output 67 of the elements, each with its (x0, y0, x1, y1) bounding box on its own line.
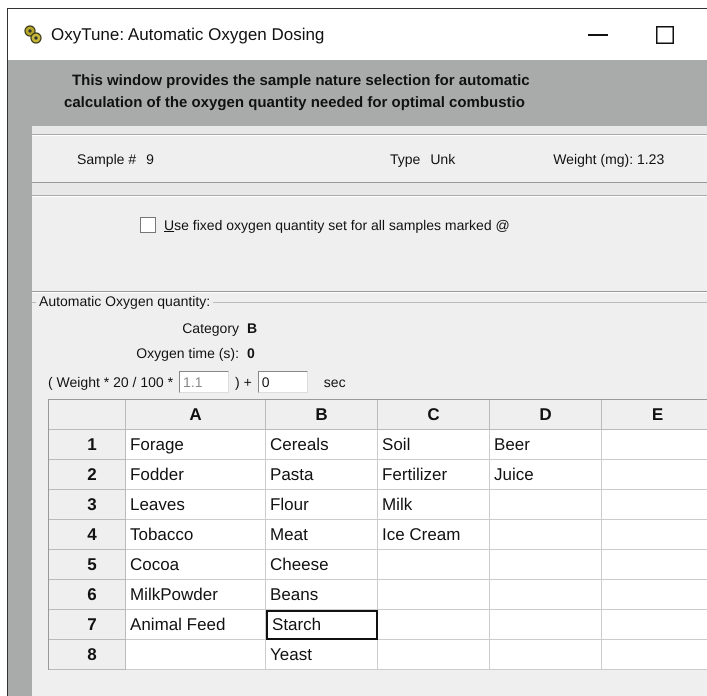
offset-field[interactable]: 0 (258, 371, 308, 393)
table-cell[interactable] (490, 640, 602, 670)
table-cell[interactable] (378, 580, 490, 610)
row-header[interactable]: 5 (49, 550, 126, 580)
table-cell[interactable] (490, 490, 602, 520)
gears-icon (23, 24, 43, 44)
table-cell[interactable]: Pasta (266, 460, 378, 490)
maximize-icon[interactable] (656, 26, 674, 44)
category-value: B (247, 320, 258, 336)
sample-label: Sample # (77, 151, 136, 167)
table-cell[interactable] (126, 640, 266, 670)
table-cell[interactable]: Flour (266, 490, 378, 520)
table-cell[interactable] (490, 580, 602, 610)
table-cell[interactable]: Milk (378, 490, 490, 520)
column-header[interactable]: D (490, 400, 602, 430)
table-cell[interactable]: Leaves (126, 490, 266, 520)
description-text: This window provides the sample nature selection for automatic (72, 71, 531, 91)
table-cell[interactable]: Cheese (266, 550, 378, 580)
row-header[interactable]: 8 (49, 640, 126, 670)
window-title: OxyTune: Automatic Oxygen Dosing (51, 24, 326, 44)
group-title: Automatic Oxygen quantity: (36, 293, 214, 309)
table-cell[interactable]: Beans (266, 580, 378, 610)
row-header[interactable]: 6 (49, 580, 126, 610)
formula-text: ( Weight * 20 / 100 * (48, 374, 174, 390)
table-cell[interactable]: Meat (266, 520, 378, 550)
unit-label: sec (324, 374, 346, 390)
fixed-oxygen-checkbox[interactable]: Use fixed oxygen quantity set for all samples marked @ (140, 217, 510, 233)
table-cell[interactable]: Fodder (126, 460, 266, 490)
description-text: calculation of the oxygen quantity needed for optimal combustio (64, 93, 526, 113)
table-cell[interactable]: Tobacco (126, 520, 266, 550)
table-cell[interactable] (378, 610, 490, 640)
factor-field[interactable]: 1.1 (179, 371, 230, 393)
table-cell[interactable]: Ice Cream (378, 520, 490, 550)
row-header[interactable]: 3 (49, 490, 126, 520)
column-header[interactable]: C (378, 400, 490, 430)
table-cell[interactable]: Cereals (266, 430, 378, 460)
column-header[interactable]: B (266, 400, 378, 430)
category-label: Category (181, 320, 239, 336)
table-cell[interactable] (378, 550, 490, 580)
table-cell[interactable]: Yeast (266, 640, 378, 670)
type-value: Unk (430, 151, 456, 167)
formula-text: ) + (235, 374, 252, 390)
table-cell[interactable]: Animal Feed (126, 610, 266, 640)
table-cell[interactable] (490, 550, 602, 580)
minimize-icon[interactable] (588, 34, 608, 36)
column-header[interactable]: E (602, 400, 707, 430)
row-header[interactable]: 4 (49, 520, 126, 550)
sample-number: 9 (146, 151, 154, 167)
table-cell[interactable] (490, 520, 602, 550)
oxygen-time-value: 0 (247, 344, 255, 360)
row-header[interactable]: 1 (49, 430, 126, 460)
table-cell[interactable]: MilkPowder (126, 580, 266, 610)
table-cell[interactable] (490, 610, 602, 640)
type-label: Type (390, 151, 420, 167)
table-cell[interactable]: Juice (490, 460, 602, 490)
table-cell[interactable]: Soil (378, 430, 490, 460)
table-cell[interactable] (378, 640, 490, 670)
row-header[interactable]: 7 (49, 610, 126, 640)
weight-text: Weight (mg): 1.23 (553, 151, 664, 167)
table-cell[interactable]: Forage (126, 430, 266, 460)
table-cell[interactable]: Beer (490, 430, 602, 460)
row-header[interactable]: 2 (49, 460, 126, 490)
table-cell[interactable]: Starch (266, 610, 378, 640)
column-header[interactable]: A (126, 400, 266, 430)
oxygen-time-label: Oxygen time (s): (135, 344, 239, 360)
table-cell[interactable]: Cocoa (126, 550, 266, 580)
table-cell[interactable]: Fertilizer (378, 460, 490, 490)
